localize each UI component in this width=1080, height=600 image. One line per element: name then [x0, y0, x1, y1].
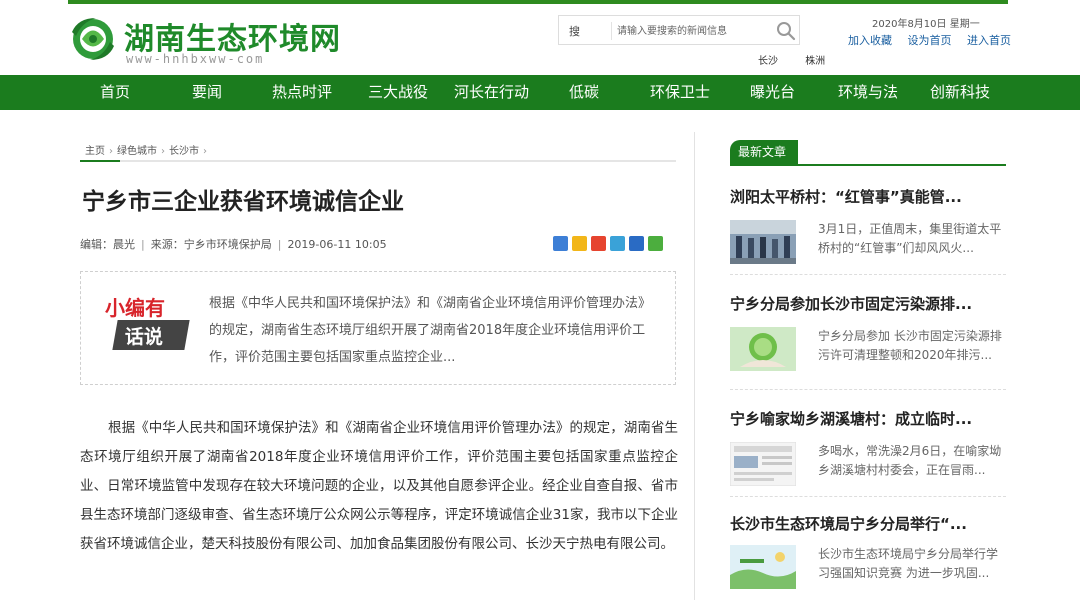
breadcrumb-changsha[interactable]: 长沙市: [169, 146, 199, 157]
breadcrumb-divider: [80, 160, 676, 162]
meta-separator: |: [141, 238, 145, 251]
city-links: 长沙 株洲: [758, 52, 849, 67]
breadcrumb-divider-accent: [80, 160, 120, 162]
nav-item-environment-law[interactable]: 环境与法: [838, 75, 898, 110]
meta-separator: |: [277, 238, 282, 251]
nav-item-three-battles[interactable]: 三大战役: [368, 75, 428, 110]
breadcrumb: 主页 › 绿色城市 › 长沙市 ›: [85, 142, 211, 157]
sidebar-article-title[interactable]: 宁乡分局参加长沙市固定污染源排...: [730, 293, 1006, 314]
article-datetime: 2019-06-11 10:05: [287, 238, 387, 251]
sidebar-article-summary: 3月1日，正值周末，集里街道太平桥村的“红管事”们却风风火...: [818, 222, 1002, 255]
nav-item-river-chief[interactable]: 河长在行动: [454, 75, 529, 110]
sidebar-article-summary: 多喝水，常洗澡2月6日，在喻家坳乡湖溪塘村村委会，正在冒雨...: [818, 444, 1002, 477]
breadcrumb-home[interactable]: 主页: [85, 146, 105, 157]
qzone-icon[interactable]: [572, 236, 587, 251]
sidebar-separator: [730, 496, 1006, 497]
nav-item-innovation[interactable]: 创新科技: [930, 75, 990, 110]
share-plus-icon[interactable]: [553, 236, 568, 251]
search-divider: [611, 22, 612, 40]
sidebar-separator: [730, 274, 1006, 275]
renren-icon[interactable]: [629, 236, 644, 251]
wechat-icon[interactable]: [648, 236, 663, 251]
sidebar-article-title[interactable]: 宁乡喻家坳乡湖溪塘村：成立临时...: [730, 408, 1006, 429]
city-link-changsha[interactable]: 长沙: [758, 56, 778, 67]
article-source: 来源：宁乡市环境保护局: [150, 238, 272, 251]
sidebar-article-thumbnail[interactable]: [730, 545, 796, 589]
site-logo[interactable]: 湖南生态环境网 www-hnhbxww-com: [68, 12, 358, 68]
latest-articles-tab[interactable]: 最新文章: [730, 140, 798, 164]
latest-articles-divider: [730, 164, 1006, 166]
nav-item-eco-guards[interactable]: 环保卫士: [650, 75, 710, 110]
globe-leaf-icon: [72, 18, 114, 60]
article-body: 根据《中华人民共和国环境保护法》和《湖南省企业环境信用评价管理办法》的规定，湖南…: [80, 420, 678, 552]
enter-homepage-link[interactable]: 进入首页: [967, 34, 1011, 47]
sidebar-article-thumbnail[interactable]: [730, 220, 796, 264]
sidebar-separator: [730, 389, 1006, 390]
top-accent-line: [68, 0, 1008, 4]
article-editor: 编辑：晨光: [80, 238, 135, 251]
sidebar-article-title[interactable]: 浏阳太平桥村：“红管事”真能管...: [730, 186, 1006, 207]
sidebar-article-thumbnail[interactable]: [730, 442, 796, 486]
nav-item-headlines[interactable]: 要闻: [192, 75, 222, 110]
nav-item-low-carbon[interactable]: 低碳: [569, 75, 599, 110]
breadcrumb-green-city[interactable]: 绿色城市: [117, 146, 157, 157]
nav-item-commentary[interactable]: 热点时评: [272, 75, 332, 110]
share-bar: [553, 236, 667, 251]
search-icon[interactable]: [775, 20, 797, 42]
site-subtitle: www-hnhbxww-com: [126, 52, 265, 66]
search-input[interactable]: [617, 21, 767, 41]
column-divider: [694, 132, 695, 600]
sidebar-article-summary: 宁乡分局参加 长沙市固定污染源排污许可清理整顿和2020年排污...: [818, 329, 1002, 362]
top-links: 加入收藏 设为首页 进入首页: [848, 32, 1011, 48]
editor-badge-bottom: 话说: [124, 326, 163, 348]
chevron-right-icon: ›: [161, 146, 165, 157]
chevron-right-icon: ›: [109, 146, 113, 157]
nav-item-home[interactable]: 首页: [100, 75, 130, 110]
sidebar-article-summary: 长沙市生态环境局宁乡分局举行学习强国知识竞赛 为进一步巩固...: [818, 547, 999, 580]
article-title: 宁乡市三企业获省环境诚信企业: [82, 189, 404, 215]
main-nav: 首页 要闻 热点时评 三大战役 河长在行动 低碳 环保卫士 曝光台 环境与法 创…: [0, 75, 1080, 110]
current-date: 2020年8月10日 星期一: [872, 19, 980, 30]
editor-badge-plate: 话说: [112, 320, 190, 350]
search-box: 搜: [558, 15, 800, 45]
sidebar-article-thumbnail[interactable]: [730, 327, 796, 371]
editor-summary-text: 根据《中华人民共和国环境保护法》和《湖南省企业环境信用评价管理办法》的规定，湖南…: [209, 296, 652, 365]
editor-says-badge: 小编有 话说: [97, 290, 190, 360]
article-meta: 编辑：晨光 | 来源：宁乡市环境保护局 | 2019-06-11 10:05: [80, 236, 387, 252]
set-homepage-link[interactable]: 设为首页: [908, 34, 952, 47]
search-label: 搜: [569, 25, 580, 38]
nav-item-exposure[interactable]: 曝光台: [750, 75, 795, 110]
tencent-weibo-icon[interactable]: [610, 236, 625, 251]
editor-summary-box: 小编有 话说 根据《中华人民共和国环境保护法》和《湖南省企业环境信用评价管理办法…: [80, 271, 676, 385]
editor-badge-top: 小编有: [105, 296, 165, 320]
add-favorite-link[interactable]: 加入收藏: [848, 34, 892, 47]
chevron-right-icon: ›: [203, 146, 207, 157]
sidebar-article-title[interactable]: 长沙市生态环境局宁乡分局举行“...: [730, 513, 1006, 534]
city-link-zhuzhou[interactable]: 株洲: [805, 56, 825, 67]
weibo-icon[interactable]: [591, 236, 606, 251]
